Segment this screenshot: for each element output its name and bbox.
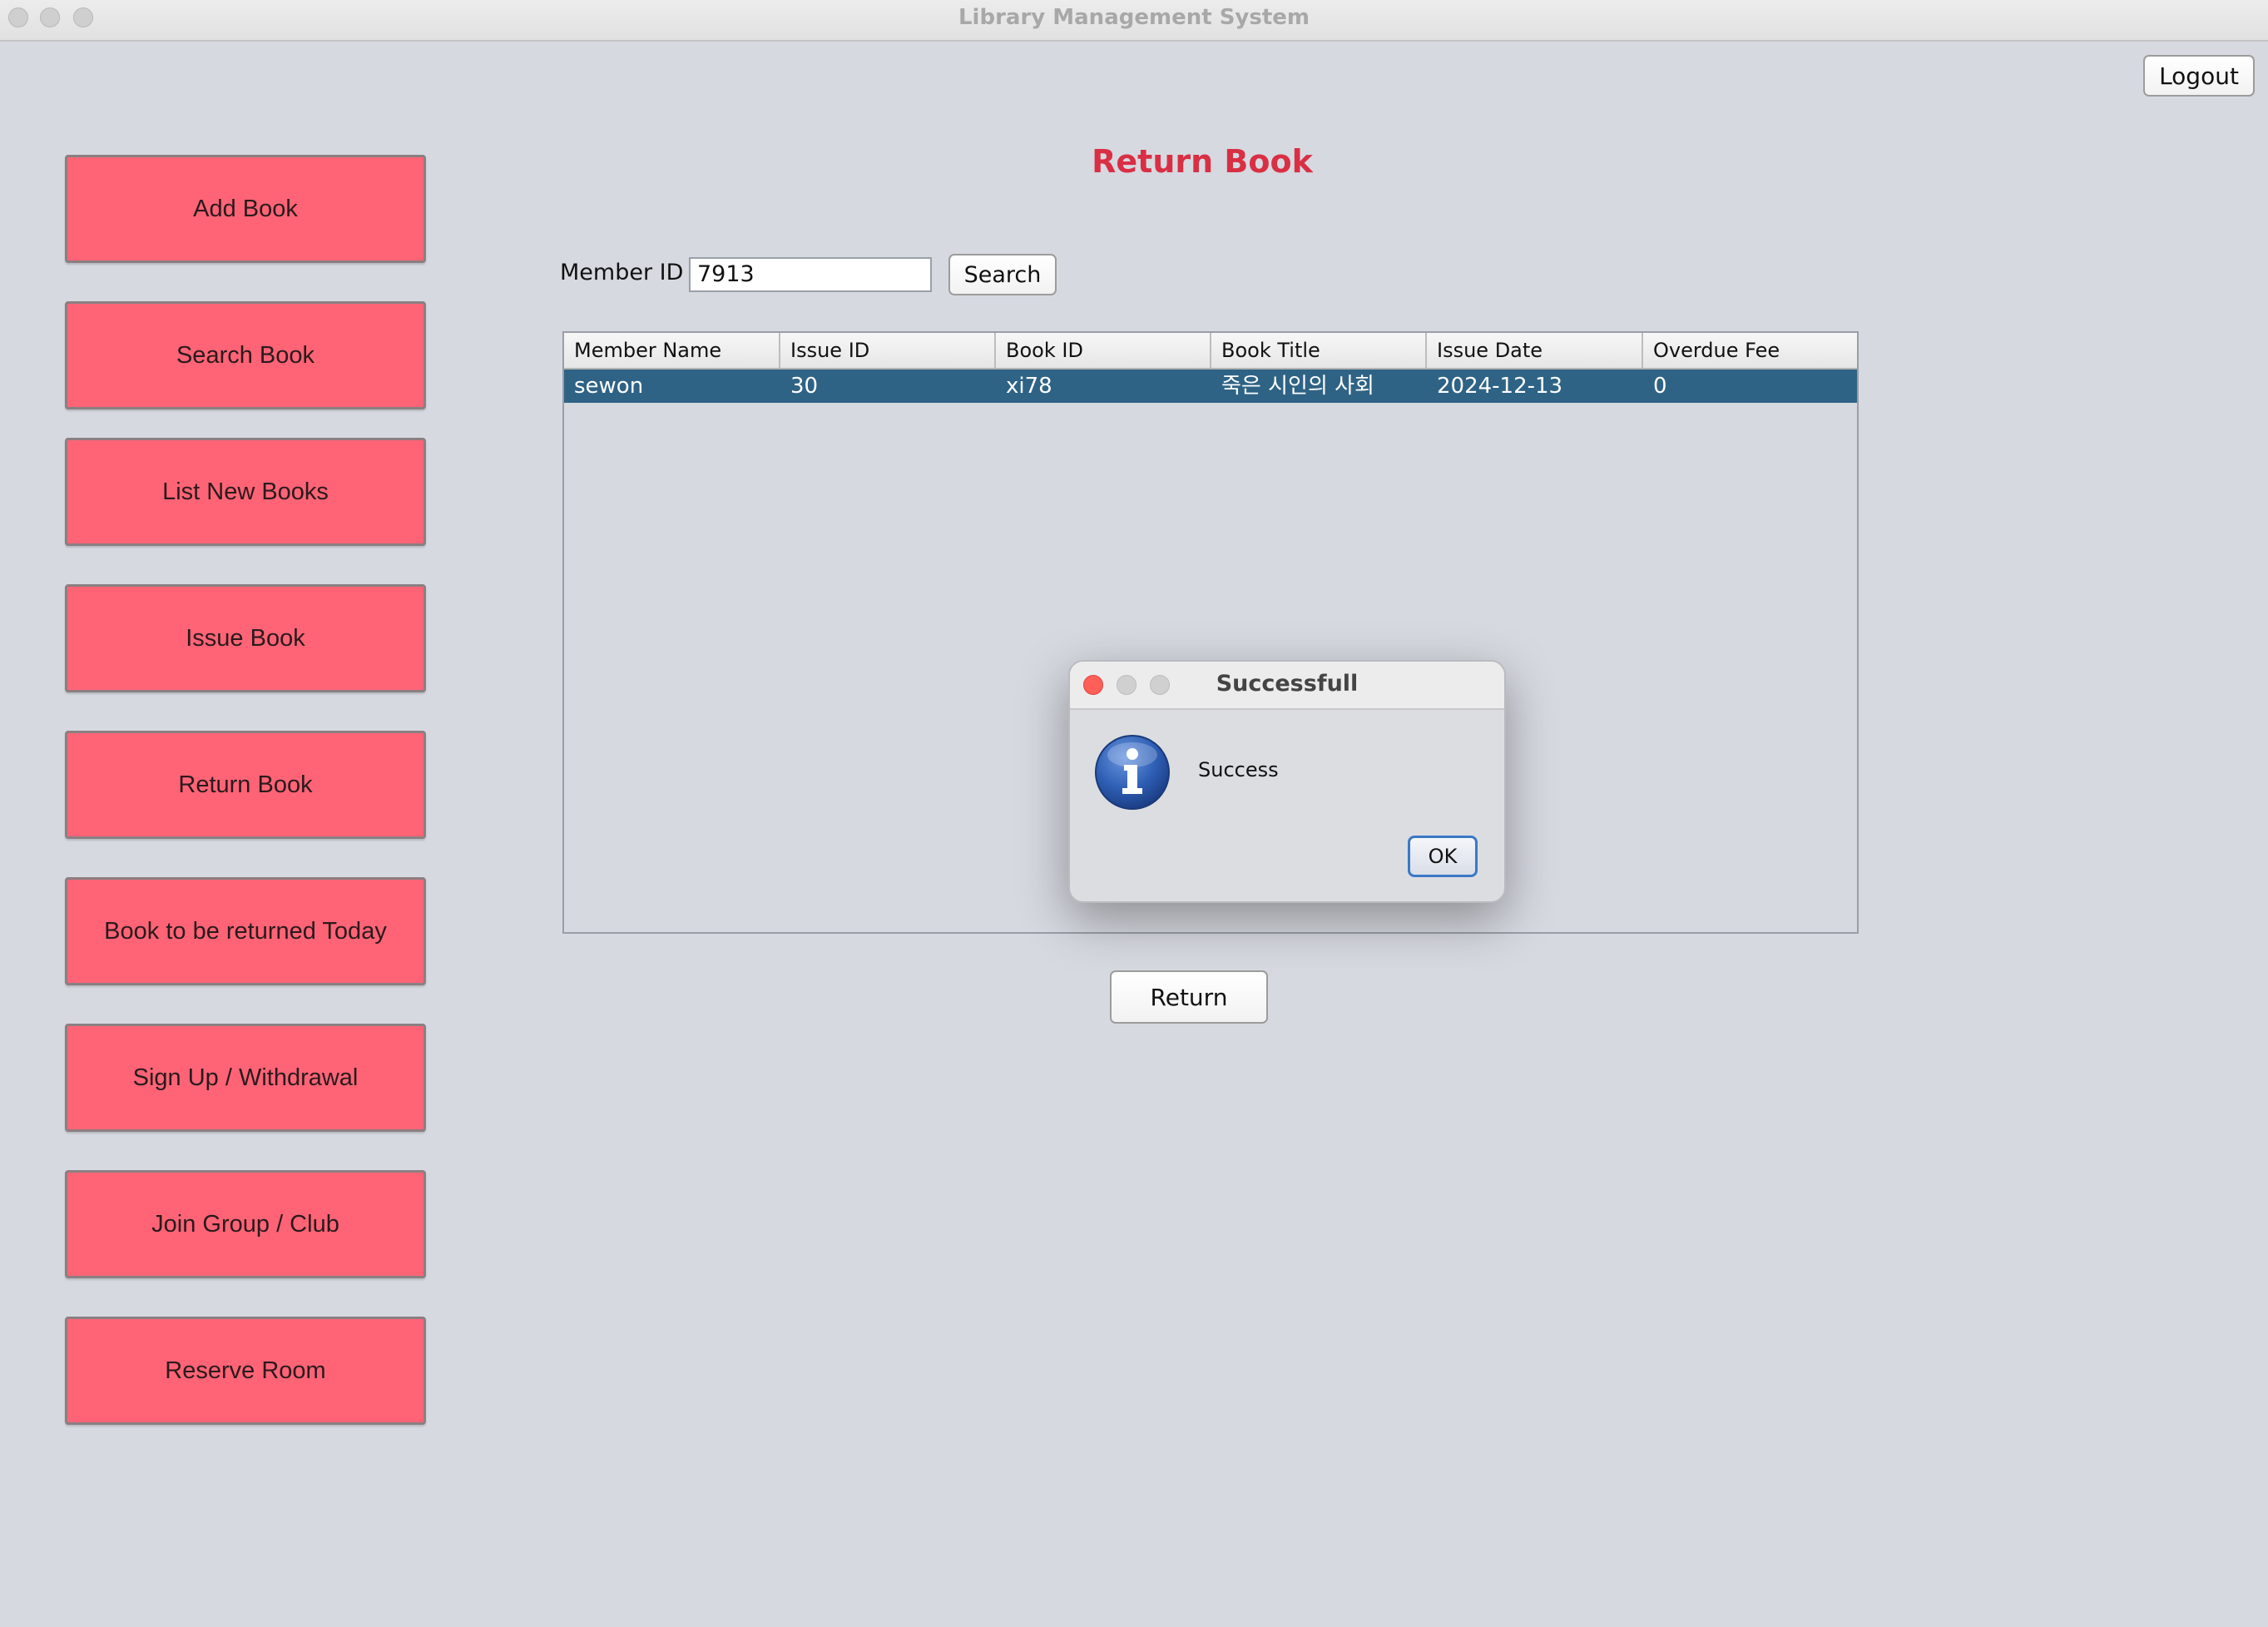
- info-icon: [1095, 735, 1170, 810]
- sidebar-item-issue-book[interactable]: Issue Book: [65, 584, 426, 692]
- sidebar-item-return-book[interactable]: Return Book: [65, 731, 426, 839]
- column-header-issue-date[interactable]: Issue Date: [1427, 333, 1643, 368]
- cell-issue-id: 30: [790, 374, 819, 399]
- success-dialog: Successfull Success OK: [1068, 660, 1506, 903]
- cell-member-name: sewon: [574, 374, 644, 399]
- dialog-message: Success: [1198, 758, 1279, 781]
- column-header-book-id[interactable]: Book ID: [996, 333, 1211, 368]
- ok-button[interactable]: OK: [1408, 836, 1478, 877]
- page-title: Return Book: [1092, 143, 1313, 180]
- cell-book-id: xi78: [1006, 374, 1052, 399]
- column-header-member-name[interactable]: Member Name: [564, 333, 780, 368]
- column-header-book-title[interactable]: Book Title: [1211, 333, 1427, 368]
- member-id-input[interactable]: 7913: [689, 257, 932, 292]
- window-titlebar: Library Management System: [0, 0, 2268, 42]
- sidebar-item-search-book[interactable]: Search Book: [65, 301, 426, 409]
- return-button[interactable]: Return: [1110, 970, 1268, 1024]
- sidebar-item-add-book[interactable]: Add Book: [65, 155, 426, 263]
- logout-button[interactable]: Logout: [2143, 55, 2255, 97]
- table-row[interactable]: sewon 30 xi78 죽은 시인의 사회 2024-12-13 0: [564, 370, 1857, 403]
- dialog-titlebar: Successfull: [1070, 662, 1504, 710]
- cell-overdue-fee: 0: [1653, 374, 1667, 399]
- sidebar-item-join-group-club[interactable]: Join Group / Club: [65, 1170, 426, 1278]
- column-header-overdue-fee[interactable]: Overdue Fee: [1643, 333, 1857, 368]
- cell-book-title: 죽은 시인의 사회: [1221, 374, 1374, 399]
- window-title: Library Management System: [958, 5, 1310, 30]
- cell-issue-date: 2024-12-13: [1437, 374, 1563, 399]
- sidebar-item-list-new-books[interactable]: List New Books: [65, 438, 426, 546]
- sidebar-item-book-returned-today[interactable]: Book to be returned Today: [65, 877, 426, 985]
- column-header-issue-id[interactable]: Issue ID: [780, 333, 996, 368]
- sidebar-item-reserve-room[interactable]: Reserve Room: [65, 1317, 426, 1425]
- search-button[interactable]: Search: [948, 254, 1057, 295]
- table-header: Member Name Issue ID Book ID Book Title …: [564, 333, 1857, 370]
- member-id-label: Member ID: [560, 260, 684, 285]
- dialog-title: Successfull: [1216, 671, 1359, 697]
- sidebar-item-sign-up-withdrawal[interactable]: Sign Up / Withdrawal: [65, 1024, 426, 1132]
